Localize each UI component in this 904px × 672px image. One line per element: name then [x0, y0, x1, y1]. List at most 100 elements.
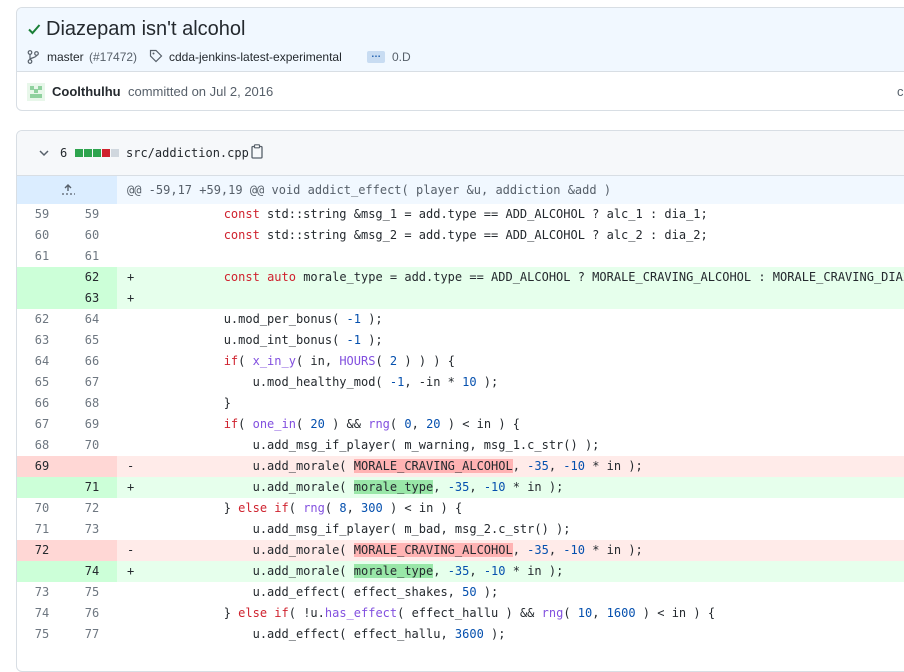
pull-request-link[interactable]: (#17472) — [89, 48, 137, 66]
new-line-number[interactable]: 69 — [67, 414, 117, 435]
commit-title: Diazepam isn't alcohol — [46, 18, 246, 40]
new-line-number[interactable]: 73 — [67, 519, 117, 540]
code-content: u.add_effect( effect_hallu, 3600 ); — [137, 627, 506, 641]
commit-summary: Diazepam isn't alcohol master (#17472) c… — [16, 7, 904, 111]
old-line-number[interactable]: 71 — [17, 519, 67, 540]
new-line-number[interactable]: 75 — [67, 582, 117, 603]
diff-line: 66 68 } — [17, 393, 904, 414]
diff-marker: + — [127, 270, 135, 284]
hunk-header: @@ -59,17 +59,19 @@ void addict_effect( … — [127, 183, 612, 197]
commit-hash-truncated: co — [897, 84, 904, 99]
commit-date: committed on Jul 2, 2016 — [128, 84, 274, 99]
copy-icon[interactable] — [251, 144, 263, 159]
tag-icon — [149, 49, 163, 63]
file-diff: 6 src/addiction.cpp @@ -59,17 +59,19 @@ … — [16, 130, 904, 672]
old-line-number[interactable] — [17, 561, 67, 582]
diffstat-block-add — [84, 149, 92, 157]
diff-line: 63 65 u.mod_int_bonus( -1 ); — [17, 330, 904, 351]
expand-up-button[interactable] — [17, 176, 117, 204]
new-line-number[interactable] — [67, 456, 117, 477]
diff-line: 61 61 — [17, 246, 904, 267]
diff-marker: - — [127, 459, 135, 473]
new-line-number[interactable]: 62 — [67, 267, 117, 288]
diff-line-added: 74 + u.add_morale( morale_type, -35, -10… — [17, 561, 904, 582]
diff-line: 65 67 u.mod_healthy_mod( -1, -in * 10 ); — [17, 372, 904, 393]
old-line-number[interactable]: 63 — [17, 330, 67, 351]
old-line-number[interactable]: 65 — [17, 372, 67, 393]
diffstat-block-neutral — [111, 149, 119, 157]
new-line-number[interactable]: 72 — [67, 498, 117, 519]
author-link[interactable]: Coolthulhu — [52, 83, 121, 101]
expand-up-icon — [62, 184, 75, 195]
new-line-number[interactable]: 77 — [67, 624, 117, 645]
word-diff-removed: MORALE_CRAVING_ALCOHOL — [353, 543, 513, 557]
change-count: 6 — [60, 146, 68, 160]
branch-link[interactable]: master — [47, 48, 84, 66]
old-line-number[interactable]: 69 — [17, 456, 67, 477]
code-content: u.add_morale( MORALE_CRAVING_ALCOHOL, -3… — [137, 459, 643, 473]
word-diff-added: morale_type — [353, 564, 434, 578]
new-line-number[interactable]: 74 — [67, 561, 117, 582]
new-line-number[interactable] — [67, 540, 117, 561]
new-line-number[interactable]: 63 — [67, 288, 117, 309]
old-line-number[interactable]: 61 — [17, 246, 67, 267]
old-line-number[interactable]: 64 — [17, 351, 67, 372]
new-line-number[interactable]: 60 — [67, 225, 117, 246]
old-line-number[interactable]: 70 — [17, 498, 67, 519]
diffstat-block-del — [102, 149, 110, 157]
new-line-number[interactable]: 70 — [67, 435, 117, 456]
author-row: Coolthulhu committed on Jul 2, 2016 co — [17, 72, 904, 110]
new-line-number[interactable]: 67 — [67, 372, 117, 393]
old-line-number[interactable] — [17, 288, 67, 309]
diff-line: 64 66 if( x_in_y( in, HOURS( 2 ) ) ) { — [17, 351, 904, 372]
code-content: u.add_morale( morale_type, -35, -10 * in… — [137, 480, 564, 494]
diff-line-deleted: 69 - u.add_morale( MORALE_CRAVING_ALCOHO… — [17, 456, 904, 477]
old-line-number[interactable]: 74 — [17, 603, 67, 624]
new-line-number[interactable]: 59 — [67, 204, 117, 225]
diffstat-block-add — [75, 149, 83, 157]
git-branch-icon — [27, 50, 39, 64]
old-line-number[interactable]: 72 — [17, 540, 67, 561]
code-content: u.add_effect( effect_shakes, 50 ); — [137, 585, 499, 599]
diff-line: 70 72 } else if( rng( 8, 300 ) < in ) { — [17, 498, 904, 519]
new-line-number[interactable]: 76 — [67, 603, 117, 624]
tag-link[interactable]: cdda-jenkins-latest-experimental — [169, 48, 342, 66]
old-line-number[interactable]: 68 — [17, 435, 67, 456]
new-line-number[interactable]: 65 — [67, 330, 117, 351]
old-line-number[interactable]: 60 — [17, 225, 67, 246]
word-diff-added: morale_type — [353, 480, 434, 494]
file-header: 6 src/addiction.cpp — [17, 131, 904, 176]
diff-line: 73 75 u.add_effect( effect_shakes, 50 ); — [17, 582, 904, 603]
new-line-number[interactable]: 71 — [67, 477, 117, 498]
new-line-number[interactable]: 68 — [67, 393, 117, 414]
old-line-number[interactable]: 62 — [17, 309, 67, 330]
old-line-number[interactable]: 59 — [17, 204, 67, 225]
old-line-number[interactable]: 67 — [17, 414, 67, 435]
avatar[interactable] — [27, 83, 45, 101]
code-content: } else if( rng( 8, 300 ) < in ) { — [137, 501, 463, 515]
diff-marker: - — [127, 543, 135, 557]
diff-line: 74 76 } else if( !u.has_effect( effect_h… — [17, 603, 904, 624]
new-line-number[interactable]: 61 — [67, 246, 117, 267]
diff-line-deleted: 72 - u.add_morale( MORALE_CRAVING_ALCOHO… — [17, 540, 904, 561]
diff-line-added: 63 + — [17, 288, 904, 309]
old-line-number[interactable]: 73 — [17, 582, 67, 603]
diff-line-added: 71 + u.add_morale( morale_type, -35, -10… — [17, 477, 904, 498]
old-line-number[interactable]: 66 — [17, 393, 67, 414]
new-line-number[interactable]: 66 — [67, 351, 117, 372]
code-content: if( x_in_y( in, HOURS( 2 ) ) ) { — [223, 354, 455, 368]
old-line-number[interactable] — [17, 267, 67, 288]
diff-line: 60 60 const std::string &msg_2 = add.typ… — [17, 225, 904, 246]
old-line-number[interactable] — [17, 477, 67, 498]
more-tags-button[interactable]: … — [367, 50, 385, 63]
version-tag[interactable]: 0.D — [392, 48, 411, 66]
diff-line: 71 73 u.add_msg_if_player( m_bad, msg_2.… — [17, 519, 904, 540]
old-line-number[interactable]: 75 — [17, 624, 67, 645]
file-path-link[interactable]: src/addiction.cpp — [126, 145, 249, 161]
code-content: u.mod_per_bonus( -1 ); — [137, 312, 383, 326]
diff-line: 75 77 u.add_effect( effect_hallu, 3600 )… — [17, 624, 904, 645]
diff-line: 59 59 const std::string &msg_1 = add.typ… — [17, 204, 904, 225]
chevron-down-icon[interactable] — [39, 148, 49, 158]
new-line-number[interactable]: 64 — [67, 309, 117, 330]
code-content: const std::string &msg_2 = add.type == A… — [223, 228, 708, 242]
